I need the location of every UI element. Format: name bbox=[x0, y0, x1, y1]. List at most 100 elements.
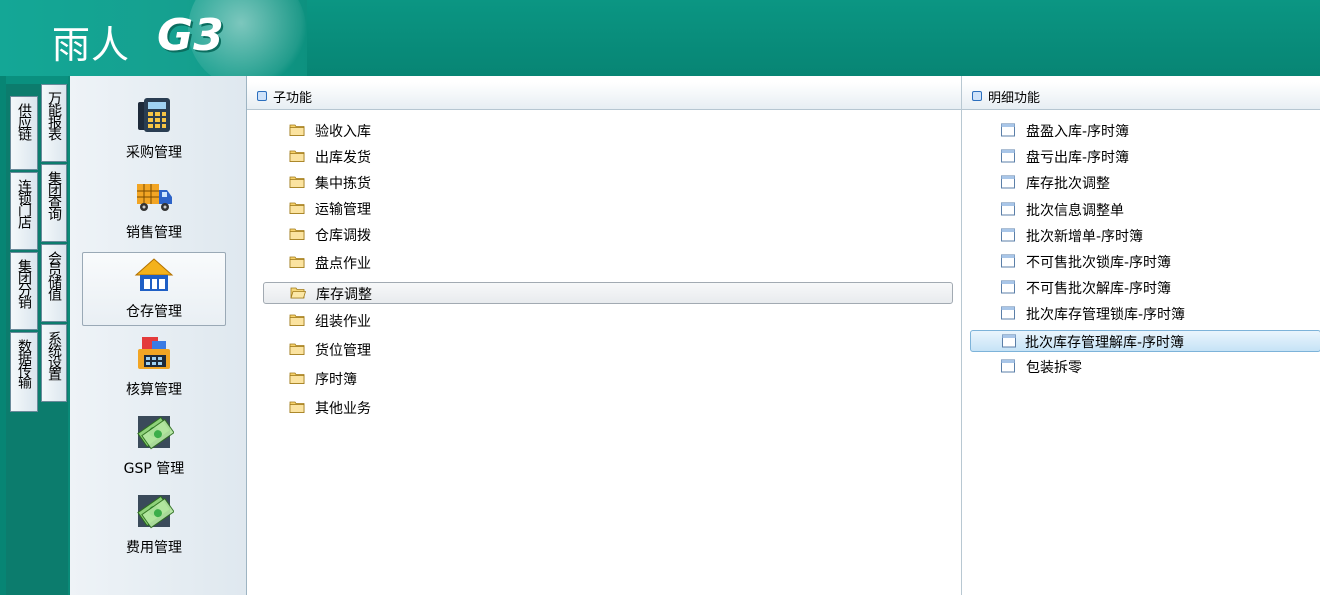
nav-item-sales[interactable]: 销售管理 bbox=[82, 174, 226, 248]
detail-function-item[interactable]: 批次信息调整单 bbox=[1000, 199, 1320, 221]
detail-function-label: 批次库存管理解库-序时簿 bbox=[1025, 334, 1185, 351]
nav-item-accounting[interactable]: 核算管理 bbox=[82, 331, 226, 405]
detail-function-label: 盘亏出库-序时簿 bbox=[1026, 150, 1130, 167]
sub-function-label: 仓库调拨 bbox=[315, 228, 371, 244]
logo-text: 雨人 bbox=[52, 23, 131, 67]
folder-icon bbox=[289, 176, 305, 188]
folder-icon bbox=[289, 228, 305, 240]
nav-item-expense[interactable]: 费用管理 bbox=[82, 489, 226, 563]
detail-function-label: 批次新增单-序时簿 bbox=[1026, 228, 1144, 245]
tab-system-settings[interactable]: 系统设置 bbox=[41, 324, 67, 402]
tab-universal-reports[interactable]: 万能报表 bbox=[41, 84, 67, 162]
sub-function-label: 货位管理 bbox=[315, 343, 371, 359]
sub-function-label: 库存调整 bbox=[316, 287, 372, 303]
detail-function-label: 库存批次调整 bbox=[1026, 176, 1110, 193]
detail-function-label: 不可售批次锁库-序时簿 bbox=[1026, 255, 1172, 271]
cash-register-icon bbox=[138, 98, 170, 132]
tab-member-stored-value[interactable]: 会员储值 bbox=[41, 244, 67, 322]
sub-function-item[interactable]: 组装作业 bbox=[289, 310, 949, 332]
nav-label: 核算管理 bbox=[126, 382, 182, 398]
nav-item-warehouse[interactable]: 仓存管理 bbox=[82, 252, 226, 326]
nav-label: 销售管理 bbox=[126, 225, 182, 241]
folder-icon bbox=[289, 314, 305, 326]
sub-function-item[interactable]: 集中拣货 bbox=[289, 172, 949, 194]
header-bar: 雨人 G3 bbox=[0, 0, 1320, 76]
sub-function-label: 其他业务 bbox=[315, 401, 371, 417]
nav-label: 采购管理 bbox=[126, 145, 182, 161]
folder-icon bbox=[289, 124, 305, 136]
form-document-icon bbox=[1001, 254, 1015, 268]
folder-icon bbox=[289, 256, 305, 268]
nav-item-gsp[interactable]: GSP 管理 bbox=[82, 410, 226, 484]
tab-group-query[interactable]: 集团查询 bbox=[41, 164, 67, 242]
tab-supply-chain[interactable]: 供应链 bbox=[10, 96, 38, 170]
nav-label: 仓存管理 bbox=[126, 304, 182, 320]
tab-group-distribution[interactable]: 集团分销 bbox=[10, 252, 38, 330]
form-document-icon bbox=[1001, 228, 1015, 242]
detail-function-item[interactable]: 盘盈入库-序时簿 bbox=[1000, 120, 1320, 142]
sub-function-item[interactable]: 盘点作业 bbox=[289, 252, 949, 274]
module-nav-panel: 采购管理 销售管理 仓存管理 核算管理 GSP 管理 费用管理 bbox=[68, 76, 246, 595]
nav-label: 费用管理 bbox=[126, 540, 182, 556]
form-document-icon bbox=[1001, 149, 1015, 163]
detail-function-item[interactable]: 批次库存管理解库-序时簿 bbox=[970, 329, 1320, 352]
sub-function-item[interactable]: 其他业务 bbox=[289, 397, 949, 419]
sub-function-item[interactable]: 运输管理 bbox=[289, 198, 949, 220]
detail-function-item[interactable]: 不可售批次解库-序时簿 bbox=[1000, 277, 1320, 299]
folder-icon bbox=[289, 150, 305, 162]
nav-item-purchase[interactable]: 采购管理 bbox=[82, 94, 226, 168]
detail-function-item[interactable]: 盘亏出库-序时簿 bbox=[1000, 146, 1320, 168]
sub-function-item[interactable]: 验收入库 bbox=[289, 120, 949, 142]
sub-function-label: 盘点作业 bbox=[315, 256, 371, 272]
detail-function-panel: 明细功能 盘盈入库-序时簿盘亏出库-序时簿 库存批次调整 批次信息调整单批次新增单-… bbox=[961, 76, 1320, 595]
folder-icon bbox=[289, 401, 305, 413]
module-tabs-inner: 万能报表 集团查询 会员储值 系统设置 bbox=[40, 84, 68, 595]
detail-function-item[interactable]: 批次新增单-序时簿 bbox=[1000, 225, 1320, 247]
sub-function-label: 序时簿 bbox=[315, 372, 357, 388]
tab-data-transfer[interactable]: 数据传输 bbox=[10, 332, 38, 412]
detail-function-item[interactable]: 批次库存管理锁库-序时簿 bbox=[1000, 303, 1320, 325]
sub-function-label: 出库发货 bbox=[315, 150, 371, 166]
form-document-icon bbox=[1001, 359, 1015, 373]
sub-function-item[interactable]: 仓库调拨 bbox=[289, 224, 949, 246]
sub-function-title: 子功能 bbox=[273, 91, 313, 106]
form-document-icon bbox=[1001, 202, 1015, 216]
folder-icon bbox=[289, 372, 305, 384]
logo-version: G3 bbox=[157, 10, 224, 61]
folder-open-icon bbox=[290, 287, 306, 299]
form-document-icon bbox=[1001, 175, 1015, 189]
sub-function-item[interactable]: 序时簿 bbox=[289, 368, 949, 390]
sub-function-label: 组装作业 bbox=[315, 314, 371, 330]
sub-function-item[interactable]: 货位管理 bbox=[289, 339, 949, 361]
module-tabs-outer: 供应链 连锁门店 集团分销 数据传输 bbox=[6, 84, 40, 595]
detail-function-label: 批次库存管理锁库-序时簿 bbox=[1026, 307, 1186, 324]
detail-function-item[interactable]: 库存批次调整 bbox=[1000, 172, 1320, 194]
form-document-icon bbox=[1001, 280, 1015, 294]
nav-label: GSP 管理 bbox=[123, 461, 185, 477]
sub-function-header: 子功能 bbox=[247, 82, 961, 110]
detail-function-label: 包装拆零 bbox=[1026, 359, 1082, 376]
header-bullet-icon bbox=[972, 91, 982, 101]
detail-function-item[interactable]: 不可售批次锁库-序时簿 bbox=[1000, 251, 1320, 273]
form-document-icon bbox=[1001, 123, 1015, 137]
detail-function-label: 批次信息调整单 bbox=[1026, 202, 1124, 219]
header-bullet-icon bbox=[257, 91, 267, 101]
accounting-icon bbox=[138, 337, 170, 369]
warehouse-icon bbox=[134, 258, 174, 291]
form-document-icon bbox=[1001, 306, 1015, 320]
detail-function-label: 不可售批次解库-序时簿 bbox=[1026, 281, 1172, 298]
form-document-icon bbox=[1002, 334, 1016, 348]
tab-chain-stores[interactable]: 连锁门店 bbox=[10, 172, 38, 250]
app-logo: 雨人 G3 bbox=[0, 0, 307, 76]
detail-function-title: 明细功能 bbox=[988, 91, 1041, 106]
detail-function-header: 明细功能 bbox=[962, 82, 1320, 110]
sub-function-item[interactable]: 出库发货 bbox=[289, 146, 949, 168]
gsp-money-icon bbox=[137, 416, 174, 450]
expense-money-icon bbox=[137, 495, 174, 529]
sub-function-label: 集中拣货 bbox=[315, 176, 371, 192]
sub-function-item[interactable]: 库存调整 bbox=[263, 282, 953, 304]
sub-function-label: 验收入库 bbox=[315, 124, 371, 140]
detail-function-item[interactable]: 包装拆零 bbox=[1000, 356, 1320, 378]
sub-function-label: 运输管理 bbox=[315, 202, 371, 218]
delivery-truck-icon bbox=[137, 184, 172, 211]
